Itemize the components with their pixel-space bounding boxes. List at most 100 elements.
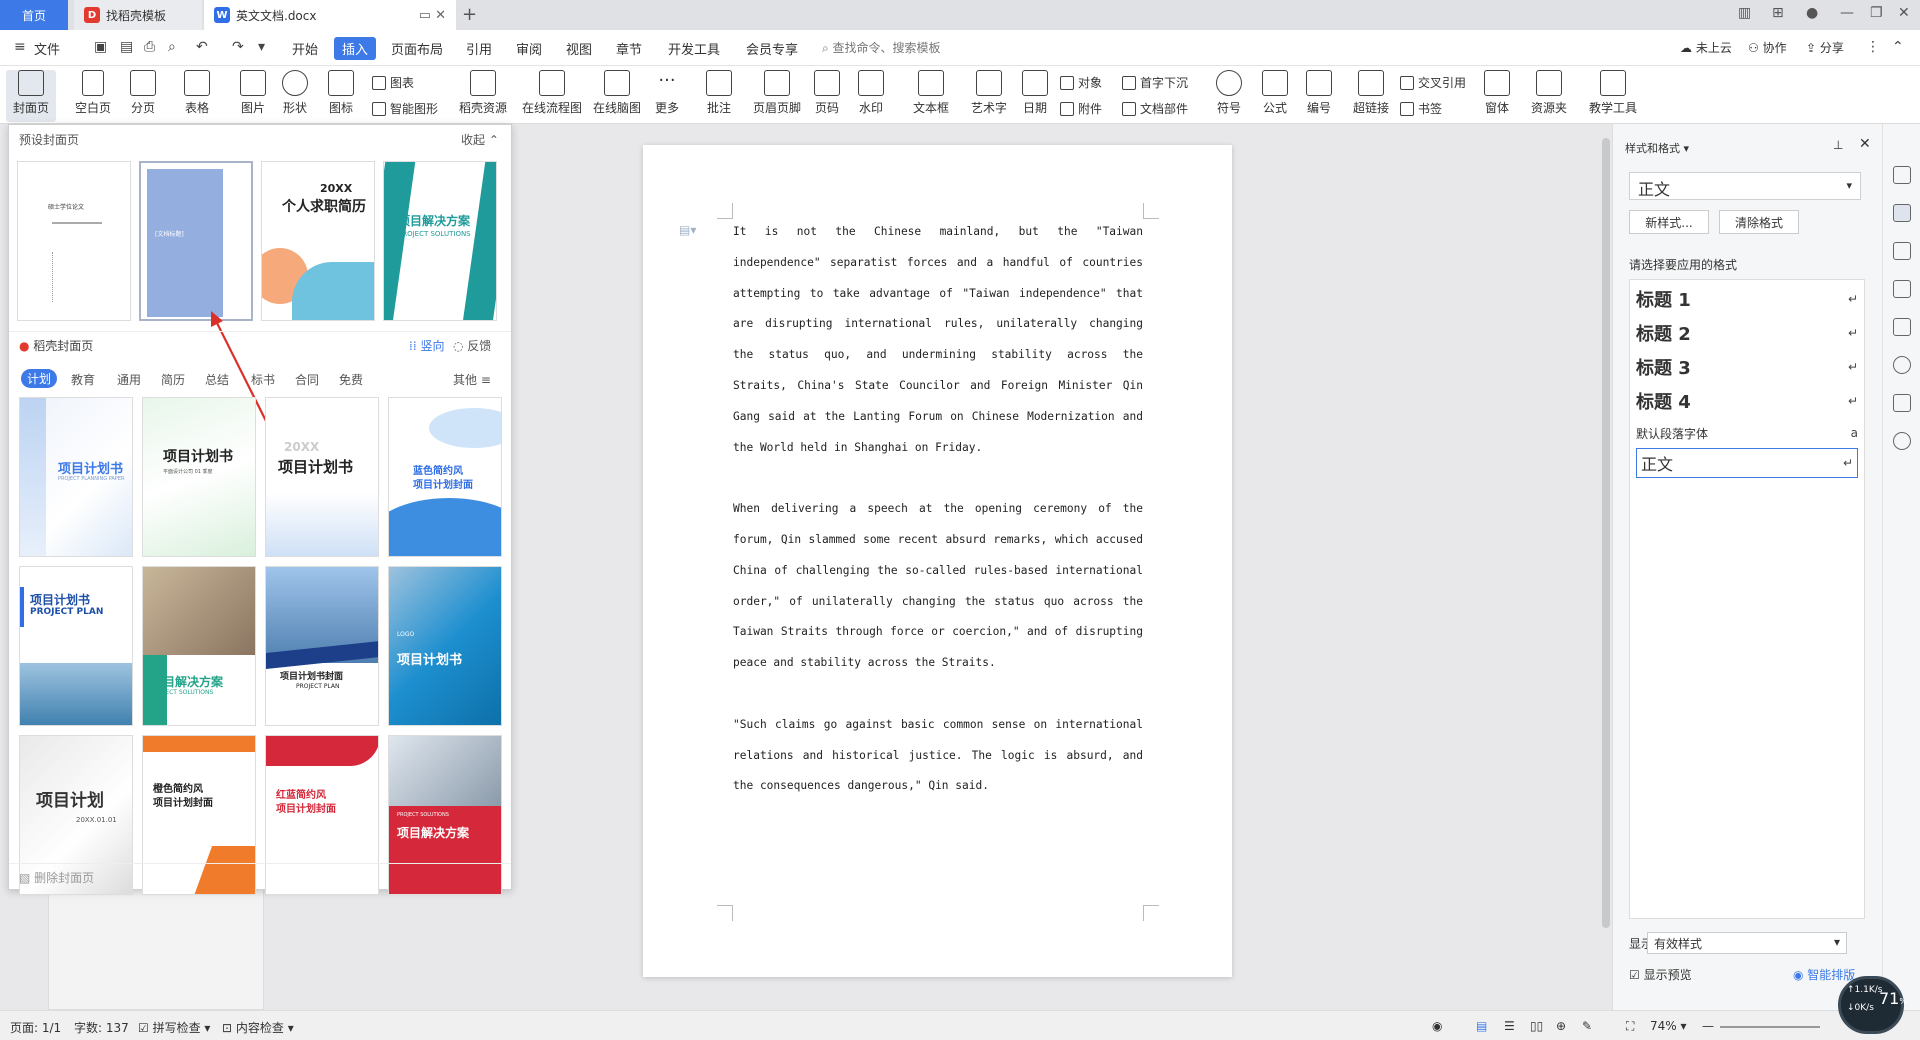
new-style-button[interactable]: 新样式...	[1629, 210, 1709, 234]
mindmap-button[interactable]: 在线脑图	[590, 70, 644, 116]
help-icon[interactable]	[1893, 432, 1911, 450]
chevron-up-icon[interactable]: ⌃	[1892, 39, 1904, 55]
wordart-button[interactable]: 艺术字	[962, 70, 1016, 116]
menu-insert[interactable]: 插入	[334, 37, 377, 60]
compass-icon[interactable]	[1893, 356, 1911, 374]
style-item-heading3[interactable]: 标题 3 ↵	[1636, 352, 1858, 382]
style-panel-title[interactable]: 样式和格式 ▾	[1625, 140, 1689, 156]
category-contract[interactable]: 合同	[295, 371, 319, 388]
crossref-button[interactable]: 交叉引用	[1400, 74, 1466, 91]
chart-button[interactable]: 图表	[372, 74, 414, 91]
rocket-icon[interactable]	[1893, 166, 1911, 184]
preview-checkbox[interactable]: ☑ 显示预览	[1629, 966, 1692, 983]
template-card[interactable]: 项目计划书 PROJECT PLANNING PAPER	[19, 397, 133, 557]
style-item-heading1[interactable]: 标题 1 ↵	[1636, 284, 1858, 314]
customize-icon[interactable]: ▾	[258, 39, 265, 55]
minimize-icon[interactable]: —	[1840, 5, 1854, 21]
delete-cover-button[interactable]: ▧ 删除封面页	[19, 869, 94, 886]
avatar[interactable]: ●	[1806, 5, 1818, 21]
collab-button[interactable]: ⚇ 协作	[1748, 39, 1787, 56]
cursor-icon[interactable]	[1893, 242, 1911, 260]
tab-document[interactable]: W 英文文档.docx ▭ ✕	[204, 0, 456, 30]
clear-format-button[interactable]: 清除格式	[1719, 210, 1799, 234]
close-window-icon[interactable]: ✕	[1898, 5, 1910, 21]
template-card[interactable]: LOGO 项目计划书	[388, 566, 502, 726]
cover-page-button[interactable]: 封面页	[6, 70, 56, 122]
vertical-toggle[interactable]: ⁞⁞ 竖向	[409, 337, 444, 354]
pin-icon[interactable]: ⊥	[1833, 138, 1843, 152]
category-education[interactable]: 教育	[71, 371, 95, 388]
zoom-out-button[interactable]: —	[1702, 1019, 1714, 1033]
page-view-icon[interactable]: ▤	[1476, 1019, 1487, 1033]
scrollbar-thumb[interactable]	[1602, 138, 1610, 928]
restore-icon[interactable]: ❐	[1870, 5, 1883, 21]
menu-file[interactable]: 文件	[34, 39, 60, 58]
docpart-button[interactable]: 文档部件	[1122, 100, 1188, 117]
hyperlink-button[interactable]: 超链接	[1344, 70, 1398, 116]
category-resume[interactable]: 简历	[161, 371, 185, 388]
date-button[interactable]: 日期	[1010, 70, 1060, 116]
paragraph[interactable]: It is not the Chinese mainland, but the …	[733, 217, 1143, 463]
table-button[interactable]: 表格	[170, 70, 224, 116]
menu-review[interactable]: 审阅	[516, 39, 542, 58]
attachment-button[interactable]: 附件	[1060, 100, 1102, 117]
save-icon[interactable]: ▣	[94, 39, 107, 55]
menu-chapter[interactable]: 章节	[616, 39, 642, 58]
resource-folder-button[interactable]: 资源夹	[1524, 70, 1574, 116]
spell-check[interactable]: ☑ 拼写检查 ▾	[138, 1019, 210, 1036]
header-footer-button[interactable]: 页眉页脚	[748, 70, 806, 116]
formula-button[interactable]: 公式	[1252, 70, 1298, 116]
page-break-button[interactable]: 分页	[116, 70, 170, 116]
menu-references[interactable]: 引用	[466, 39, 492, 58]
smartart-button[interactable]: 智能图形	[372, 100, 438, 117]
collapse-button[interactable]: 收起 ⌃	[461, 131, 499, 148]
preview-icon[interactable]: ⌕	[168, 39, 176, 55]
zoom-level[interactable]: 74% ▾	[1650, 1019, 1687, 1033]
template-card[interactable]: 蓝色简约风 项目计划封面	[388, 397, 502, 557]
dropcap-button[interactable]: 首字下沉	[1122, 74, 1188, 91]
close-icon[interactable]: ✕	[1859, 136, 1871, 152]
style-item-heading2[interactable]: 标题 2 ↵	[1636, 318, 1858, 348]
paragraph[interactable]: "Such claims go against basic common sen…	[733, 710, 1143, 802]
write-mode-icon[interactable]: ✎	[1582, 1019, 1592, 1033]
feedback-button[interactable]: ◌ 反馈	[453, 337, 491, 354]
menu-developer[interactable]: 开发工具	[668, 39, 720, 58]
book-icon[interactable]	[1893, 394, 1911, 412]
apps-grid-icon[interactable]: ⊞	[1772, 5, 1784, 21]
network-speed-widget[interactable]: ↑1.1K/s ↓0K/s 71%	[1838, 976, 1907, 1034]
preset-cover-solution[interactable]: 项目解决方案 PROJECT SOLUTIONS	[383, 161, 497, 321]
smart-layout-button[interactable]: ◉ 智能排版	[1793, 966, 1855, 983]
tab-docer-templates[interactable]: D 找稻壳模板	[74, 0, 202, 30]
tab-home[interactable]: 首页	[0, 0, 68, 30]
template-card[interactable]: 红蓝简约风 项目计划封面	[265, 735, 379, 895]
window-form-button[interactable]: 窗体	[1474, 70, 1520, 116]
icon-button[interactable]: 图标	[314, 70, 368, 116]
hamburger-icon[interactable]: ≡	[14, 39, 26, 55]
share-button[interactable]: ⇪ 分享	[1806, 39, 1844, 56]
show-filter-select[interactable]: 有效样式 ▾	[1647, 932, 1847, 954]
current-style-select[interactable]: 正文 ▾	[1629, 172, 1861, 200]
numbering-button[interactable]: 编号	[1296, 70, 1342, 116]
document-page[interactable]: ▤▾ It is not the Chinese mainland, but t…	[643, 145, 1232, 977]
vertical-scrollbar[interactable]	[1600, 138, 1612, 1010]
fit-page-icon[interactable]: ⛶	[1626, 1019, 1634, 1034]
style-item-body[interactable]: 正文 ↵	[1636, 448, 1858, 478]
template-card[interactable]: 项目解决方案 PROJECT SOLUTIONS	[142, 566, 256, 726]
preset-cover-blue[interactable]: [文档标题]	[139, 161, 253, 321]
docer-resource-button[interactable]: 稻壳资源	[456, 70, 510, 116]
preset-cover-thesis[interactable]: 硕士学位论文	[17, 161, 131, 321]
style-item-default-font[interactable]: 默认段落字体 a	[1636, 418, 1858, 448]
template-card[interactable]: 项目计划书 平面设计公司 01 季度	[142, 397, 256, 557]
object-button[interactable]: 对象	[1060, 74, 1102, 91]
read-view-icon[interactable]: ▯▯	[1530, 1019, 1543, 1033]
export-icon[interactable]: ▤	[120, 39, 133, 55]
new-tab-button[interactable]: +	[462, 4, 477, 25]
style-item-heading4[interactable]: 标题 4 ↵	[1636, 386, 1858, 416]
web-view-icon[interactable]: ⊕	[1556, 1019, 1566, 1033]
layout-icon[interactable]: ▥	[1738, 5, 1751, 21]
template-card[interactable]: 20XX 项目计划书	[265, 397, 379, 557]
paragraph-marker-icon[interactable]: ▤▾	[679, 223, 696, 237]
image-edit-icon[interactable]	[1893, 318, 1911, 336]
template-card[interactable]: 橙色简约风 项目计划封面	[142, 735, 256, 895]
template-card[interactable]: PROJECT SOLUTIONS 项目解决方案	[388, 735, 502, 895]
